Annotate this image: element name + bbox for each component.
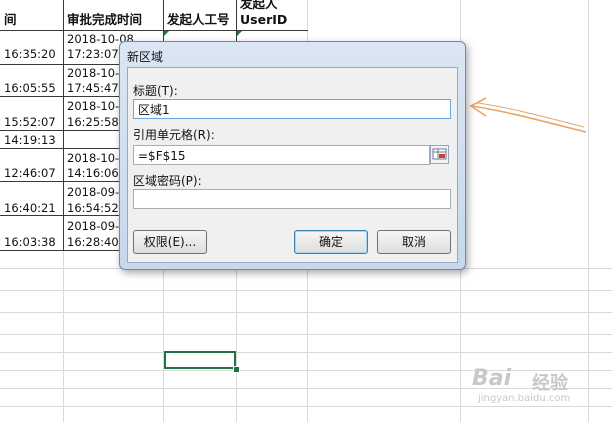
watermark-url: jingyan.baidu.com xyxy=(478,393,571,404)
title-label: 标题(T): xyxy=(133,84,178,98)
range-picker-button[interactable] xyxy=(430,145,449,164)
watermark-brand-cn: 经验 xyxy=(532,373,568,394)
ref-label: 引用单元格(R): xyxy=(133,128,215,142)
dialog-title: 新区域 xyxy=(127,50,164,64)
dialog-body: 标题(T): 区域1 引用单元格(R): =$F$15 区域密码(P): 权限(… xyxy=(127,67,458,263)
ok-button[interactable]: 确定 xyxy=(294,230,368,254)
permissions-button[interactable]: 权限(E)... xyxy=(133,230,207,254)
title-input[interactable]: 区域1 xyxy=(133,99,451,119)
cancel-button[interactable]: 取消 xyxy=(377,230,451,254)
new-range-dialog[interactable]: 新区域 标题(T): 区域1 引用单元格(R): =$F$15 区域密码(P):… xyxy=(119,41,466,270)
ref-input[interactable]: =$F$15 xyxy=(133,145,430,165)
range-picker-icon xyxy=(432,148,447,160)
watermark-brand: Bai xyxy=(472,366,512,391)
password-label: 区域密码(P): xyxy=(133,174,202,188)
password-input[interactable] xyxy=(133,189,451,209)
